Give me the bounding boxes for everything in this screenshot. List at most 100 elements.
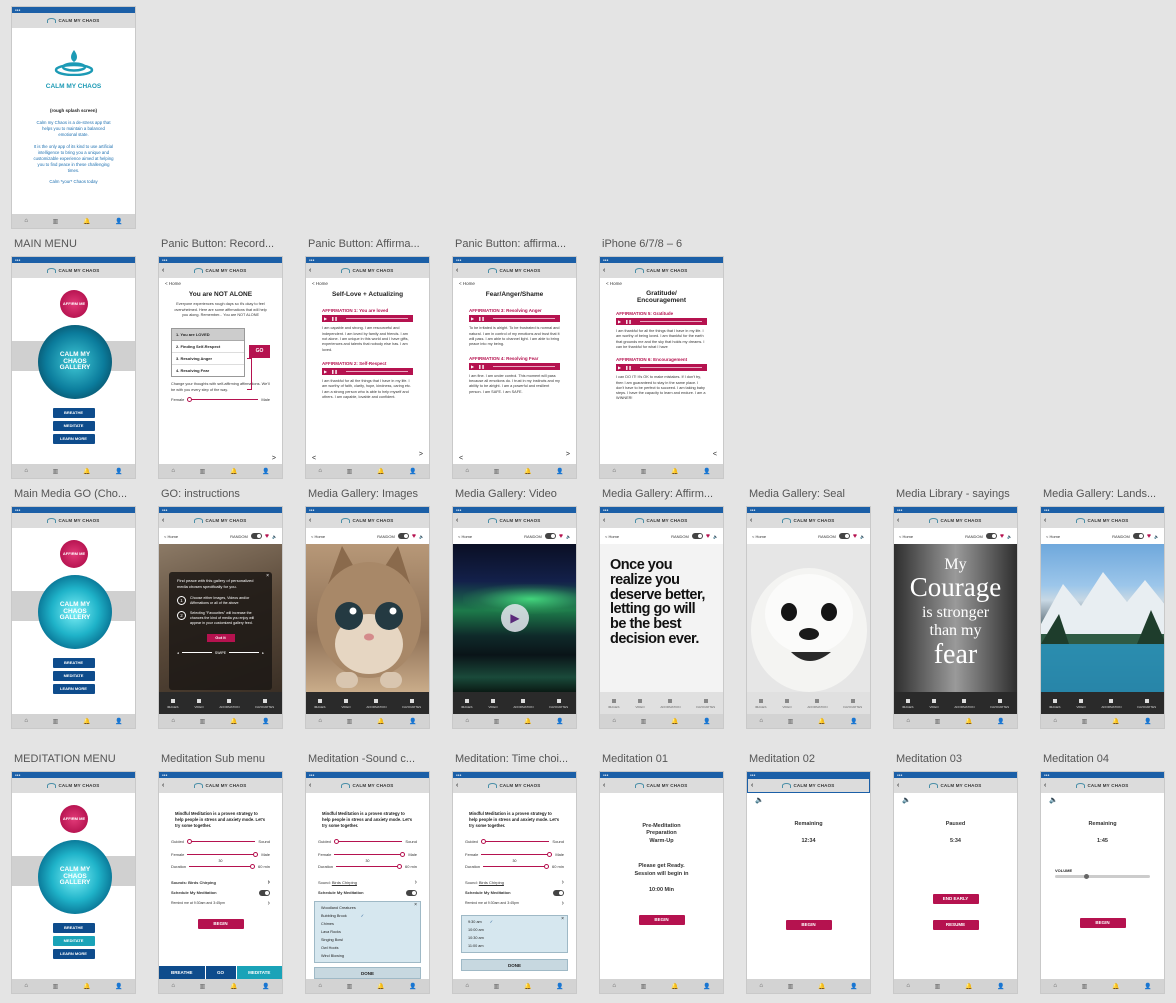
- nav-images[interactable]: IMAGES: [314, 699, 326, 709]
- stats-icon[interactable]: ▥: [53, 718, 59, 725]
- schedule-row[interactable]: Schedule My Meditation: [159, 889, 282, 896]
- profile-icon[interactable]: 👤: [703, 983, 710, 990]
- back-chevron-icon[interactable]: ‹: [456, 782, 459, 789]
- begin-button[interactable]: BEGIN: [197, 918, 244, 929]
- back-chevron-icon[interactable]: ‹: [1044, 782, 1047, 789]
- bell-icon[interactable]: 🔔: [818, 718, 825, 725]
- heart-icon[interactable]: ♥: [1147, 533, 1151, 540]
- nav-images[interactable]: IMAGES: [461, 699, 473, 709]
- nav-affirmation[interactable]: AFFIRMATION: [366, 699, 387, 709]
- home-link[interactable]: < Home: [458, 534, 472, 539]
- stats-icon[interactable]: ▥: [935, 983, 941, 990]
- profile-icon[interactable]: 👤: [1144, 718, 1151, 725]
- random-toggle[interactable]: [691, 533, 703, 539]
- breathe-button[interactable]: BREATHE: [52, 658, 95, 668]
- profile-icon[interactable]: 👤: [850, 983, 857, 990]
- stats-icon[interactable]: ▥: [641, 718, 647, 725]
- stats-icon[interactable]: ▥: [1082, 718, 1088, 725]
- affirmation-list[interactable]: 1. You are LOVED 2. Finding Self-Respect…: [171, 328, 245, 378]
- volume-icon[interactable]: 🔈: [860, 534, 865, 539]
- home-icon[interactable]: ⌂: [318, 983, 322, 989]
- meditate-button[interactable]: MEDITATE: [52, 671, 95, 681]
- affirm-me-button[interactable]: AFFIRM ME: [60, 290, 88, 318]
- profile-icon[interactable]: 👤: [556, 983, 563, 990]
- schedule-toggle[interactable]: [553, 889, 564, 896]
- remind-row[interactable]: Remind me at 9:30am and 3:45pm ›: [159, 900, 282, 907]
- back-chevron-icon[interactable]: ‹: [897, 517, 900, 524]
- stats-icon[interactable]: ▥: [200, 718, 206, 725]
- volume-icon[interactable]: 🔈: [1154, 534, 1159, 539]
- nav-affirmation[interactable]: AFFIRMATION: [219, 699, 240, 709]
- prev-arrow[interactable]: <: [312, 455, 316, 462]
- gallery-button[interactable]: CALM MY CHAOS GALLERY: [38, 840, 112, 914]
- home-icon[interactable]: ⌂: [759, 718, 763, 724]
- bell-icon[interactable]: 🔔: [524, 718, 531, 725]
- pause-icon[interactable]: ❚❚: [478, 364, 485, 369]
- profile-icon[interactable]: 👤: [262, 983, 269, 990]
- sound-picker[interactable]: × Woodland Creatures Bubbling Brook ✓ Chi…: [314, 901, 421, 963]
- picker-option[interactable]: Singing Bowl: [321, 936, 414, 944]
- learn-more-button[interactable]: LEARN MORE: [52, 684, 95, 694]
- nav-images[interactable]: IMAGES: [755, 699, 767, 709]
- audio-player[interactable]: ▶ ❚❚: [616, 364, 707, 372]
- back-chevron-icon[interactable]: ‹: [603, 267, 606, 274]
- stats-icon[interactable]: ▥: [347, 983, 353, 990]
- schedule-row[interactable]: Schedule My Meditation: [453, 889, 576, 896]
- audio-player[interactable]: ▶ ❚❚: [322, 315, 413, 323]
- profile-icon[interactable]: 👤: [262, 718, 269, 725]
- bell-icon[interactable]: 🔔: [1112, 983, 1119, 990]
- bell-icon[interactable]: 🔔: [965, 718, 972, 725]
- learn-more-button[interactable]: LEARN MORE: [52, 434, 95, 444]
- begin-button[interactable]: BEGIN: [638, 914, 685, 925]
- stats-icon[interactable]: ▥: [641, 983, 647, 990]
- nav-favourites[interactable]: FAVOURITES: [696, 699, 715, 709]
- nav-video[interactable]: VIDEO: [194, 699, 204, 709]
- bell-icon[interactable]: 🔔: [671, 468, 678, 475]
- nav-favourites[interactable]: FAVOURITES: [402, 699, 421, 709]
- bell-icon[interactable]: 🔔: [671, 983, 678, 990]
- stats-icon[interactable]: ▥: [53, 218, 59, 225]
- sound-row[interactable]: Sound: Birds Chirping ›: [306, 879, 429, 886]
- home-icon[interactable]: ⌂: [318, 468, 322, 474]
- guided-sound-slider[interactable]: Guided Sound: [306, 838, 429, 844]
- prev-arrow[interactable]: <: [459, 455, 463, 462]
- random-toggle[interactable]: [397, 533, 409, 539]
- meditate-button[interactable]: MEDITATE: [52, 421, 95, 431]
- duration-slider[interactable]: Duration 60 min: [159, 863, 282, 869]
- breathe-button[interactable]: BREATHE: [52, 408, 95, 418]
- heart-icon[interactable]: ♥: [412, 533, 416, 540]
- stats-icon[interactable]: ▥: [788, 718, 794, 725]
- volume-icon[interactable]: 🔈: [419, 534, 424, 539]
- begin-button[interactable]: BEGIN: [785, 919, 832, 930]
- nav-favourites[interactable]: FAVOURITES: [255, 699, 274, 709]
- sounds-row[interactable]: Sounds: Birds Chirping ›: [159, 879, 282, 886]
- stats-icon[interactable]: ▥: [53, 468, 59, 475]
- heart-icon[interactable]: ♥: [853, 533, 857, 540]
- bell-icon[interactable]: 🔔: [83, 218, 90, 225]
- picker-option-selected[interactable]: 9:30 am ✓: [468, 918, 561, 926]
- heart-icon[interactable]: ♥: [1000, 533, 1004, 540]
- home-icon[interactable]: ⌂: [171, 718, 175, 724]
- picker-option[interactable]: Chimes: [321, 920, 414, 928]
- list-item[interactable]: 1. You are LOVED: [172, 329, 244, 342]
- play-icon[interactable]: ▶: [618, 365, 621, 370]
- home-icon[interactable]: ⌂: [24, 718, 28, 724]
- bell-icon[interactable]: 🔔: [524, 468, 531, 475]
- bell-icon[interactable]: 🔔: [230, 468, 237, 475]
- profile-icon[interactable]: 👤: [409, 468, 416, 475]
- back-chevron-icon[interactable]: ‹: [456, 517, 459, 524]
- random-toggle[interactable]: [544, 533, 556, 539]
- stats-icon[interactable]: ▥: [494, 983, 500, 990]
- nav-video[interactable]: VIDEO: [635, 699, 645, 709]
- go-button[interactable]: GO: [249, 345, 270, 358]
- bell-icon[interactable]: 🔔: [83, 983, 90, 990]
- nav-video[interactable]: VIDEO: [488, 699, 498, 709]
- stats-icon[interactable]: ▥: [641, 468, 647, 475]
- nav-video[interactable]: VIDEO: [782, 699, 792, 709]
- home-icon[interactable]: ⌂: [906, 983, 910, 989]
- profile-icon[interactable]: 👤: [556, 468, 563, 475]
- volume-icon[interactable]: 🔈: [566, 534, 571, 539]
- speaker-icon[interactable]: 🔈: [747, 793, 870, 807]
- play-icon[interactable]: ▶: [324, 316, 327, 321]
- picker-option[interactable]: 11:00 am: [468, 942, 561, 950]
